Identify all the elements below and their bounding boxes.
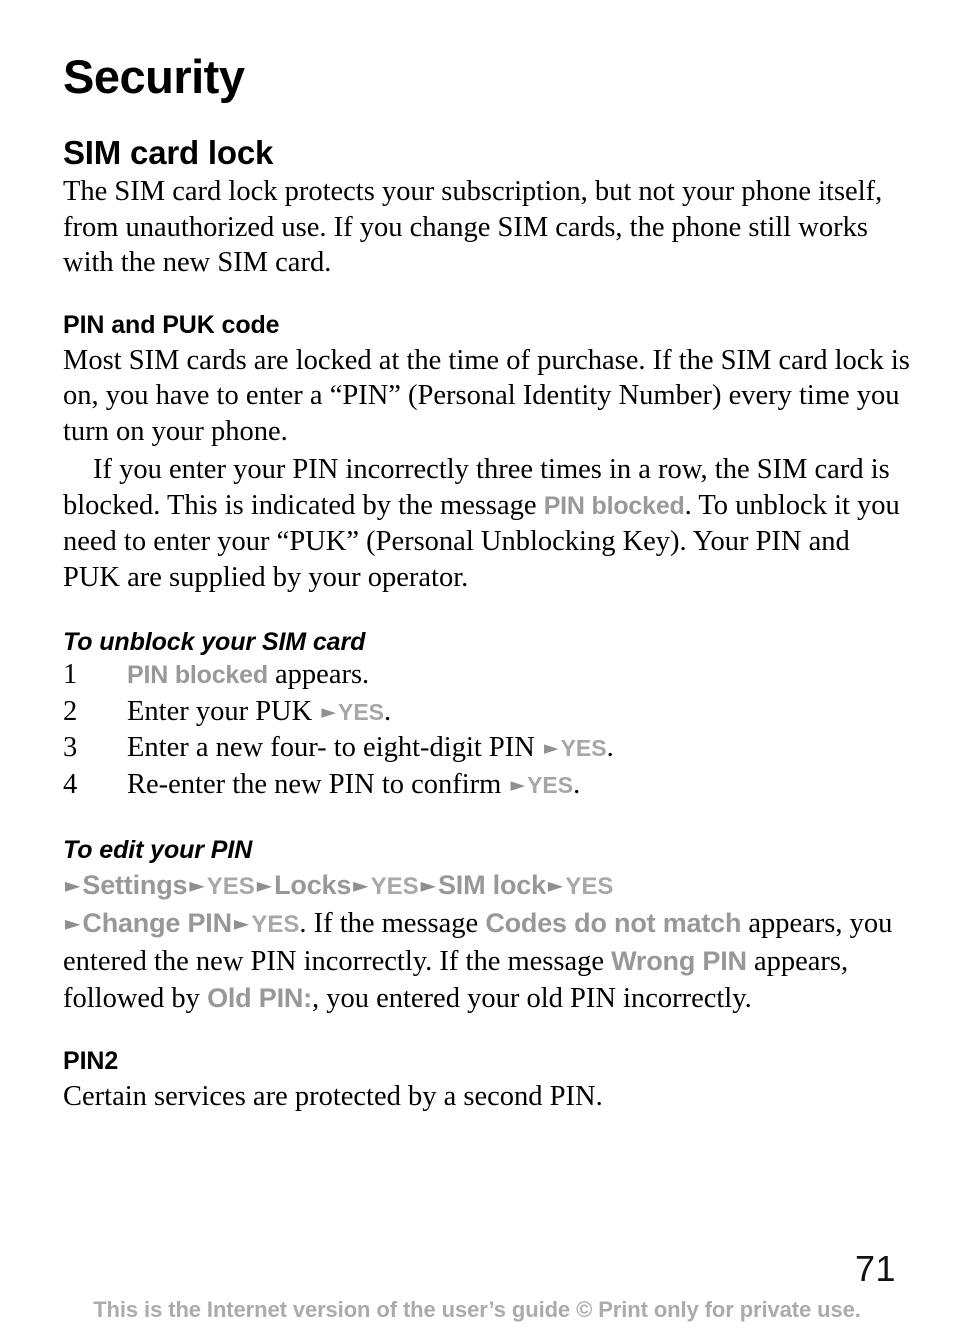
ui-label-pin-blocked: PIN blocked xyxy=(127,661,268,689)
step-number: 2 xyxy=(63,695,78,727)
step-number: 4 xyxy=(63,768,78,800)
arrow-right-icon: ► xyxy=(256,873,273,897)
paragraph-sim-card-lock: The SIM card lock protects your subscrip… xyxy=(63,176,883,278)
menu-item-change-pin[interactable]: Change PIN xyxy=(82,908,232,938)
ui-message-old-pin: Old PIN: xyxy=(207,983,312,1013)
list-item: 4 Re-enter the new PIN to confirm ►YES. xyxy=(63,767,910,804)
menu-item-settings[interactable]: Settings xyxy=(82,870,187,900)
document-page: Security SIM card lock The SIM card lock… xyxy=(0,0,954,1335)
ui-key-yes[interactable]: YES xyxy=(565,873,613,900)
ui-key-yes: YES xyxy=(337,698,385,725)
text-fragment: , you entered your old PIN incorrectly. xyxy=(311,983,752,1014)
list-item: 1 PIN blocked appears. xyxy=(63,657,910,694)
menu-path-line-2: ►Change PIN ►YES. If the message Codes do… xyxy=(63,905,910,1017)
ui-message-codes-do-not-match: Codes do not match xyxy=(485,908,742,938)
paragraph-pin-puk-intro: Most SIM cards are locked at the time of… xyxy=(63,344,910,447)
section-heading-pin-and-puk-code: PIN and PUK code xyxy=(63,310,280,339)
footer-copyright-note: This is the Internet version of the user… xyxy=(93,1297,861,1322)
step-number: 1 xyxy=(63,659,78,690)
ui-label-pin-blocked: PIN blocked xyxy=(543,491,685,520)
arrow-right-icon: ► xyxy=(233,911,250,935)
arrow-right-icon: ► xyxy=(65,873,81,897)
step-number: 3 xyxy=(63,732,78,763)
ui-message-wrong-pin: Wrong PIN xyxy=(611,946,747,976)
text-fragment: . xyxy=(606,732,614,763)
section-heading-sim-card-lock: SIM card lock xyxy=(63,134,274,171)
arrow-right-icon: ► xyxy=(65,911,81,935)
ui-key-yes: YES xyxy=(527,771,574,798)
arrow-right-icon: ► xyxy=(510,773,526,796)
menu-path-edit-pin: ►Settings ►YES ►Locks ►YES ►SIM lock ►YES ►Ch… xyxy=(63,863,910,1017)
text-fragment: . If the message xyxy=(299,908,486,939)
procedure-list-unblock-sim: 1 PIN blocked appears. 2 Enter your PUK ►Y… xyxy=(63,655,910,803)
text-fragment: Re-enter the new PIN to confirm xyxy=(127,768,509,800)
paragraph-pin-blocked-explanation: If you enter your PIN incorrectly three … xyxy=(63,449,910,595)
section-heading-pin2: PIN2 xyxy=(63,1047,119,1075)
paragraph-pin2: Certain services are protected by a seco… xyxy=(63,1081,603,1112)
text-fragment: . xyxy=(384,695,392,727)
list-item: 3 Enter a new four- to eight-digit PIN ►Y… xyxy=(63,730,910,767)
list-item: 2 Enter your PUK ►YES. xyxy=(63,694,910,731)
text-fragment: Enter a new four- to eight-digit PIN xyxy=(127,732,542,763)
arrow-right-icon: ► xyxy=(353,873,369,897)
arrow-right-icon: ► xyxy=(189,873,205,897)
arrow-right-icon: ► xyxy=(321,700,336,723)
arrow-right-icon: ► xyxy=(543,737,559,759)
text-fragment: Enter your PUK xyxy=(127,695,320,727)
ui-key-yes[interactable]: YES xyxy=(207,873,255,900)
page-title: Security xyxy=(63,50,245,103)
page-number: 71 xyxy=(854,1248,896,1289)
arrow-right-icon: ► xyxy=(420,873,436,897)
text-fragment: . xyxy=(573,768,581,800)
text-fragment: appears. xyxy=(267,659,370,690)
ui-key-yes[interactable]: YES xyxy=(251,911,299,938)
arrow-right-icon: ► xyxy=(547,873,564,897)
menu-path-line-1: ►Settings ►YES ►Locks ►YES ►SIM lock ►YES xyxy=(63,867,910,905)
ui-key-yes[interactable]: YES xyxy=(371,873,419,900)
menu-item-sim-lock[interactable]: SIM lock xyxy=(438,870,546,900)
ui-key-yes: YES xyxy=(560,735,607,761)
section-heading-to-unblock-your-sim-card: To unblock your SIM card xyxy=(63,628,366,656)
section-heading-to-edit-your-pin: To edit your PIN xyxy=(63,836,253,864)
menu-item-locks[interactable]: Locks xyxy=(274,870,351,900)
